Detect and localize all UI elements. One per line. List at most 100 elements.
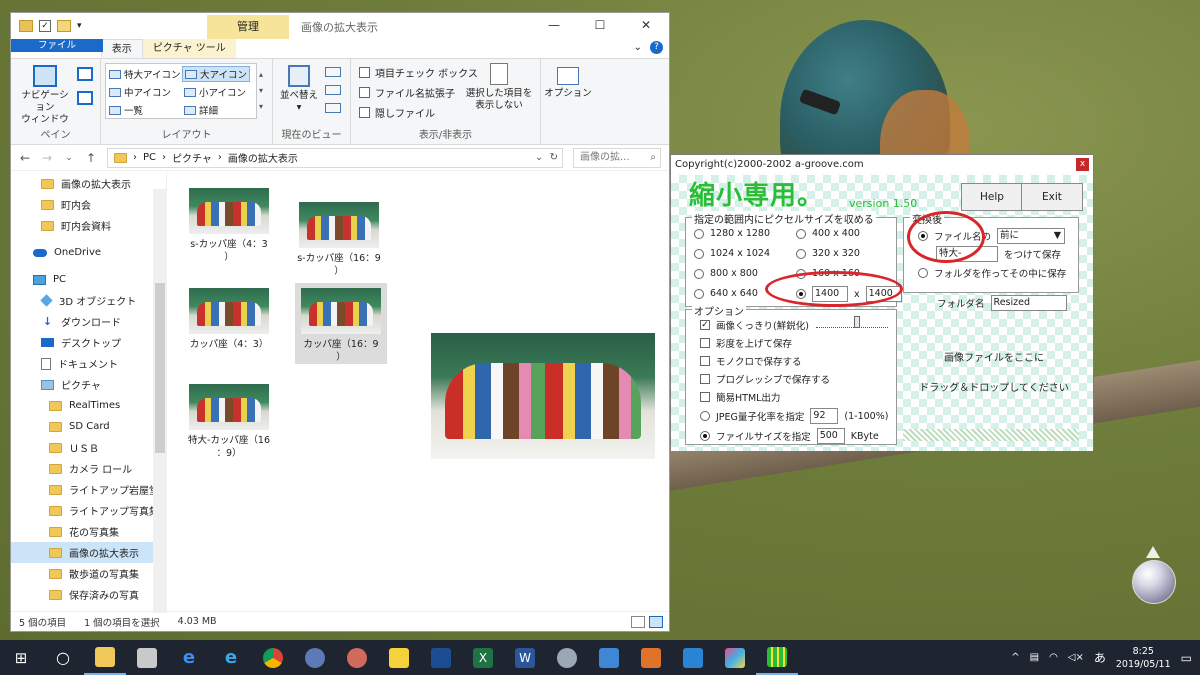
details-view-icon[interactable] (631, 616, 645, 628)
drop-zone[interactable]: 画像ファイルをここに ドラッグ＆ドロップしてください (899, 299, 1089, 449)
taskbar-app-2[interactable] (126, 640, 168, 675)
prefix-position-select[interactable]: 前に ▼ (997, 228, 1066, 244)
search-input[interactable]: 画像の拡... ⌕ (573, 147, 661, 168)
hidden-items-toggle[interactable]: 隠しファイル (359, 105, 435, 120)
up-arrow-icon[interactable]: ↑ (85, 151, 97, 165)
size-800-radio[interactable]: 800 x 800 (694, 268, 758, 279)
network-icon[interactable]: ▤ (1030, 652, 1039, 663)
taskbar-excel[interactable]: X (462, 640, 504, 675)
taskbar-shrink[interactable] (756, 640, 798, 675)
size-1280-radio[interactable]: 1280 x 1280 (694, 228, 770, 239)
recent-locations-icon[interactable]: ⌄ (63, 153, 75, 163)
nav-scrollbar-thumb[interactable] (155, 283, 165, 453)
properties-check-icon[interactable]: ✓ (39, 20, 51, 32)
help-icon[interactable]: ? (650, 41, 663, 54)
volume-mute-icon[interactable]: ◁× (1068, 652, 1084, 663)
file-extensions-toggle[interactable]: ファイル名拡張子 (359, 85, 455, 100)
size-1024-radio[interactable]: 1024 x 1024 (694, 248, 770, 259)
layout-scroll-icon[interactable]: ▴ ▾ ▾ (259, 67, 263, 115)
nav-item-current-folder[interactable]: 画像の拡大表示 (11, 542, 166, 563)
size-400-radio[interactable]: 400 x 400 (796, 228, 860, 239)
tab-view[interactable]: 表示 (100, 39, 143, 58)
preview-pane-icon[interactable] (77, 67, 93, 81)
ribbon-collapse-icon[interactable]: ⌄ (634, 42, 642, 53)
taskbar-chrome[interactable] (252, 640, 294, 675)
exit-button[interactable]: Exit (1021, 183, 1083, 211)
layout-large-icons[interactable]: 大アイコン (182, 66, 251, 82)
file-extensions-checkbox[interactable] (359, 87, 370, 98)
checkbox-icon[interactable] (700, 374, 710, 384)
sharpen-option[interactable]: ✓ 画像くっきり(鮮鋭化) (700, 318, 809, 332)
address-bar[interactable]: › PC › ピクチャ › 画像の拡大表示 ⌄ ↻ (107, 147, 563, 168)
ime-indicator[interactable]: あ (1094, 649, 1106, 666)
checkbox-icon[interactable] (700, 338, 710, 348)
monochrome-option[interactable]: モノクロで保存する (700, 354, 802, 368)
taskbar-edge[interactable]: e (168, 640, 210, 675)
notification-icon[interactable]: ▭ (1181, 651, 1192, 665)
layout-details[interactable]: 詳細 (184, 103, 218, 117)
nav-item-saved-photos[interactable]: 保存済みの写真 (11, 584, 166, 605)
close-icon[interactable]: ✕ (623, 13, 669, 37)
folder-radio[interactable]: フォルダを作ってその中に保存 (918, 266, 1066, 280)
taskbar-word[interactable]: W (504, 640, 546, 675)
file-item[interactable]: 特大-カッパ座（16 ：9） (183, 379, 275, 460)
item-checkboxes-checkbox[interactable] (359, 67, 370, 78)
taskbar-app-7[interactable] (336, 640, 378, 675)
nav-item-downloads[interactable]: ↓ ダウンロード (11, 311, 166, 332)
nav-item-camera-roll[interactable]: カメラ ロール (11, 458, 166, 479)
breadcrumb-pc[interactable]: PC (143, 152, 156, 163)
nav-item-3d-objects[interactable]: 3D オブジェクト (11, 290, 166, 311)
nav-item-pc[interactable]: PC (11, 269, 166, 290)
jpeg-quality-radio[interactable]: JPEG量子化率を指定 92 (1-100%) (700, 408, 888, 424)
manage-context-tab[interactable]: 管理 (207, 15, 289, 39)
start-button[interactable]: ⊞ (0, 640, 42, 675)
size-columns-icon[interactable] (325, 103, 341, 113)
chevron-up-icon[interactable]: ^ (1011, 652, 1019, 663)
taskbar-app-9[interactable] (420, 640, 462, 675)
nav-item-usb[interactable]: ＵＳＢ (11, 437, 166, 458)
clock[interactable]: 8:25 2019/05/11 (1116, 645, 1171, 671)
taskbar-ie[interactable]: e (210, 640, 252, 675)
close-icon[interactable]: x (1076, 158, 1089, 171)
taskbar-app-13[interactable] (588, 640, 630, 675)
breadcrumb-current[interactable]: 画像の拡大表示 (228, 150, 298, 165)
jpeg-quality-input[interactable]: 92 (810, 408, 839, 424)
taskbar-app-14[interactable] (630, 640, 672, 675)
search-button[interactable]: ○ (42, 640, 84, 675)
options-button[interactable]: オプション (543, 67, 593, 100)
slider-thumb[interactable] (854, 316, 860, 328)
nav-item-lightup-photos[interactable]: ライトアップ写真集 (11, 500, 166, 521)
hidden-items-checkbox[interactable] (359, 107, 370, 118)
hide-selected-button[interactable]: 選択した項目を 表示しない (463, 63, 535, 112)
nav-item-documents[interactable]: ドキュメント (11, 353, 166, 374)
taskbar-sticky[interactable] (378, 640, 420, 675)
resize-grip[interactable] (903, 429, 1079, 441)
nav-item-quick-1[interactable]: 画像の拡大表示 (11, 173, 166, 194)
shrink-drop-body[interactable]: 縮小専用。 version 1.50 Help Exit 指定の範囲内にピクセル… (671, 175, 1093, 451)
navigation-pane-button[interactable]: ナビゲーション ウィンドウ (17, 65, 73, 126)
size-640-radio[interactable]: 640 x 640 (694, 288, 758, 299)
folder-icon[interactable] (19, 20, 33, 32)
forward-arrow-icon[interactable]: → (41, 151, 53, 165)
maximize-icon[interactable]: ☐ (577, 13, 623, 37)
add-columns-icon[interactable] (325, 85, 341, 95)
address-dropdown-icon[interactable]: ⌄ ↻ (535, 152, 558, 163)
file-item-selected[interactable]: カッパ座（16：9 ） (295, 283, 387, 364)
nav-item-sd-card[interactable]: SD Card (11, 416, 166, 437)
html-output-option[interactable]: 簡易HTML出力 (700, 390, 780, 404)
tab-file[interactable]: ファイル (11, 39, 103, 52)
layout-medium-icons[interactable]: 中アイコン (109, 85, 171, 99)
filesize-input[interactable]: 500 (816, 428, 845, 444)
sort-by-button[interactable]: 並べ替え ▾ (277, 65, 321, 114)
tab-picture-tools[interactable]: ピクチャ ツール (142, 39, 236, 58)
taskbar-app-12[interactable] (546, 640, 588, 675)
taskbar-explorer[interactable] (84, 640, 126, 675)
checkbox-icon[interactable] (700, 392, 710, 402)
explorer-titlebar[interactable]: ✓ ▾ 管理 画像の拡大表示 — ☐ ✕ (11, 13, 669, 39)
checkbox-icon[interactable] (700, 356, 710, 366)
layout-list[interactable]: 一覧 (109, 103, 143, 117)
file-item[interactable]: s-カッパ座（4：3 ） (183, 183, 275, 264)
large-icons-view-icon[interactable] (649, 616, 663, 628)
nav-item-realtimes[interactable]: RealTimes (11, 395, 166, 416)
taskbar-app-6[interactable] (294, 640, 336, 675)
